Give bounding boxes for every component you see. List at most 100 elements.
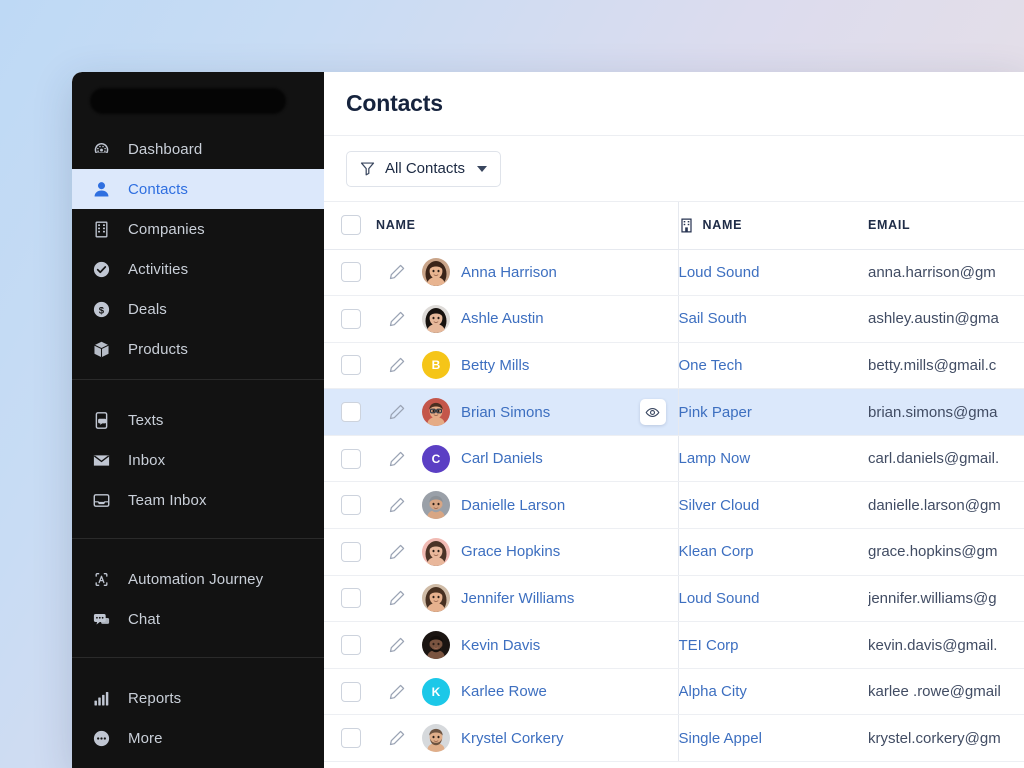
sidebar-item-texts[interactable]: Texts [72, 400, 324, 440]
sidebar-item-reports[interactable]: Reports [72, 678, 324, 718]
sidebar-item-automation-journey[interactable]: Automation Journey [72, 559, 324, 599]
table-row[interactable]: Anna Harrison Loud Sound anna.harrison@gm [324, 249, 1024, 297]
sidebar-item-contacts[interactable]: Contacts [72, 169, 324, 209]
select-all-checkbox[interactable] [341, 215, 361, 236]
row-select-cell [324, 714, 376, 763]
company-name-link[interactable]: Loud Sound [679, 264, 759, 281]
edit-pencil-icon[interactable] [388, 729, 406, 747]
contact-name-cell: Anna Harrison [376, 249, 678, 297]
email-cell[interactable]: kevin.davis@gmail. [868, 621, 1024, 669]
row-checkbox[interactable] [341, 541, 361, 562]
person-icon [90, 178, 112, 200]
edit-pencil-icon[interactable] [388, 543, 406, 561]
row-checkbox[interactable] [341, 728, 361, 749]
edit-pencil-icon[interactable] [388, 636, 406, 654]
contacts-table: NAME NAME EMAIL Anna Harrison Loud Sound… [324, 202, 1024, 763]
contact-name-cell: B Betty Mills [376, 342, 678, 390]
toolbar: All Contacts [324, 136, 1024, 202]
contact-name-link[interactable]: Brian Simons [461, 404, 550, 421]
table-row[interactable]: Grace Hopkins Klean Corp grace.hopkins@gm [324, 528, 1024, 576]
page-title: Contacts [346, 90, 443, 116]
table-row[interactable]: Kevin Davis TEI Corp kevin.davis@gmail. [324, 621, 1024, 669]
table-row[interactable]: Jennifer Williams Loud Sound jennifer.will… [324, 575, 1024, 623]
all-contacts-filter-button[interactable]: All Contacts [346, 150, 502, 187]
row-checkbox[interactable] [341, 262, 361, 283]
edit-pencil-icon[interactable] [388, 310, 406, 328]
row-checkbox[interactable] [341, 355, 361, 376]
edit-pencil-icon[interactable] [388, 403, 406, 421]
email-cell[interactable]: krystel.corkery@gm [868, 714, 1024, 763]
email-cell[interactable]: betty.mills@gmail.c [868, 342, 1024, 390]
row-checkbox[interactable] [341, 681, 361, 702]
company-name-link[interactable]: TEI Corp [679, 637, 739, 654]
table-row[interactable]: B Betty Mills One Tech betty.mills@gmail.c [324, 342, 1024, 390]
company-name-link[interactable]: Single Appel [679, 730, 762, 747]
edit-pencil-icon[interactable] [388, 683, 406, 701]
contact-name-link[interactable]: Kevin Davis [461, 637, 540, 654]
contact-name-link[interactable]: Anna Harrison [461, 264, 557, 281]
company-name-link[interactable]: Alpha City [679, 683, 747, 700]
row-checkbox[interactable] [341, 448, 361, 469]
company-name-link[interactable]: One Tech [679, 357, 742, 374]
email-cell[interactable]: jennifer.williams@g [868, 575, 1024, 623]
contact-name-link[interactable]: Ashle Austin [461, 310, 544, 327]
table-row[interactable]: Krystel Corkery Single Appel krystel.corke… [324, 714, 1024, 763]
email-cell[interactable]: danielle.larson@gm [868, 481, 1024, 530]
company-name-cell: Sail South [677, 295, 868, 343]
sidebar-item-dashboard[interactable]: Dashboard [72, 129, 324, 169]
company-name-cell: Single Appel [677, 714, 868, 763]
sidebar-item-inbox[interactable]: Inbox [72, 440, 324, 480]
table-row[interactable]: Danielle Larson Silver Cloud danielle.lars… [324, 481, 1024, 530]
table-row[interactable]: C Carl Daniels Lamp Now carl.daniels@gmail. [324, 435, 1024, 483]
row-checkbox[interactable] [341, 402, 361, 423]
company-name-link[interactable]: Lamp Now [679, 450, 750, 467]
sidebar-item-chat[interactable]: Chat [72, 599, 324, 639]
sidebar-item-more[interactable]: More [72, 718, 324, 758]
row-select-cell [324, 575, 376, 623]
company-name-link[interactable]: Loud Sound [679, 590, 759, 607]
edit-pencil-icon[interactable] [388, 496, 406, 514]
edit-pencil-icon[interactable] [388, 263, 406, 281]
sidebar-item-team-inbox[interactable]: Team Inbox [72, 480, 324, 520]
company-name-link[interactable]: Pink Paper [679, 404, 752, 421]
sidebar-logo[interactable] [72, 72, 324, 129]
email-cell[interactable]: grace.hopkins@gm [868, 528, 1024, 576]
email-cell[interactable]: carl.daniels@gmail. [868, 435, 1024, 483]
company-name-link[interactable]: Sail South [679, 310, 747, 327]
contacts-table-container[interactable]: NAME NAME EMAIL Anna Harrison Loud Sound… [324, 202, 1024, 768]
contact-name-link[interactable]: Krystel Corkery [461, 730, 564, 747]
preview-eye-button[interactable] [639, 399, 666, 426]
sidebar-item-deals[interactable]: $ Deals [72, 289, 324, 329]
table-row[interactable]: Brian Simons Pink Paper brian.simons@gma [324, 388, 1024, 436]
company-name-link[interactable]: Silver Cloud [679, 497, 759, 514]
row-checkbox[interactable] [341, 635, 361, 656]
contact-name-link[interactable]: Grace Hopkins [461, 543, 560, 560]
contact-name-link[interactable]: Danielle Larson [461, 497, 565, 514]
row-checkbox[interactable] [341, 588, 361, 609]
table-row[interactable]: K Karlee Rowe Alpha City karlee .rowe@gmail [324, 668, 1024, 716]
contact-name-link[interactable]: Betty Mills [461, 357, 529, 374]
email-cell[interactable]: karlee .rowe@gmail [868, 668, 1024, 716]
row-checkbox[interactable] [341, 308, 361, 329]
column-header-name[interactable]: NAME [376, 202, 678, 250]
edit-pencil-icon[interactable] [388, 450, 406, 468]
funnel-icon [360, 161, 375, 176]
contact-name-link[interactable]: Carl Daniels [461, 450, 543, 467]
table-row[interactable]: Ashle Austin Sail South ashley.austin@gma [324, 295, 1024, 343]
redacted-logo-image [90, 87, 286, 114]
contact-name-link[interactable]: Jennifer Williams [461, 590, 574, 607]
edit-pencil-icon[interactable] [388, 589, 406, 607]
email-cell[interactable]: brian.simons@gma [868, 388, 1024, 436]
row-checkbox[interactable] [341, 495, 361, 516]
column-header-email[interactable]: EMAIL [868, 202, 1024, 250]
sidebar-item-activities[interactable]: Activities [72, 249, 324, 289]
email-cell[interactable]: ashley.austin@gma [868, 295, 1024, 343]
row-select-cell [324, 342, 376, 390]
sidebar-item-products[interactable]: Products [72, 329, 324, 369]
edit-pencil-icon[interactable] [388, 356, 406, 374]
email-cell[interactable]: anna.harrison@gm [868, 249, 1024, 297]
sidebar-item-companies[interactable]: Companies [72, 209, 324, 249]
contact-name-link[interactable]: Karlee Rowe [461, 683, 547, 700]
column-header-company-name[interactable]: NAME [677, 202, 868, 250]
company-name-link[interactable]: Klean Corp [679, 543, 754, 560]
